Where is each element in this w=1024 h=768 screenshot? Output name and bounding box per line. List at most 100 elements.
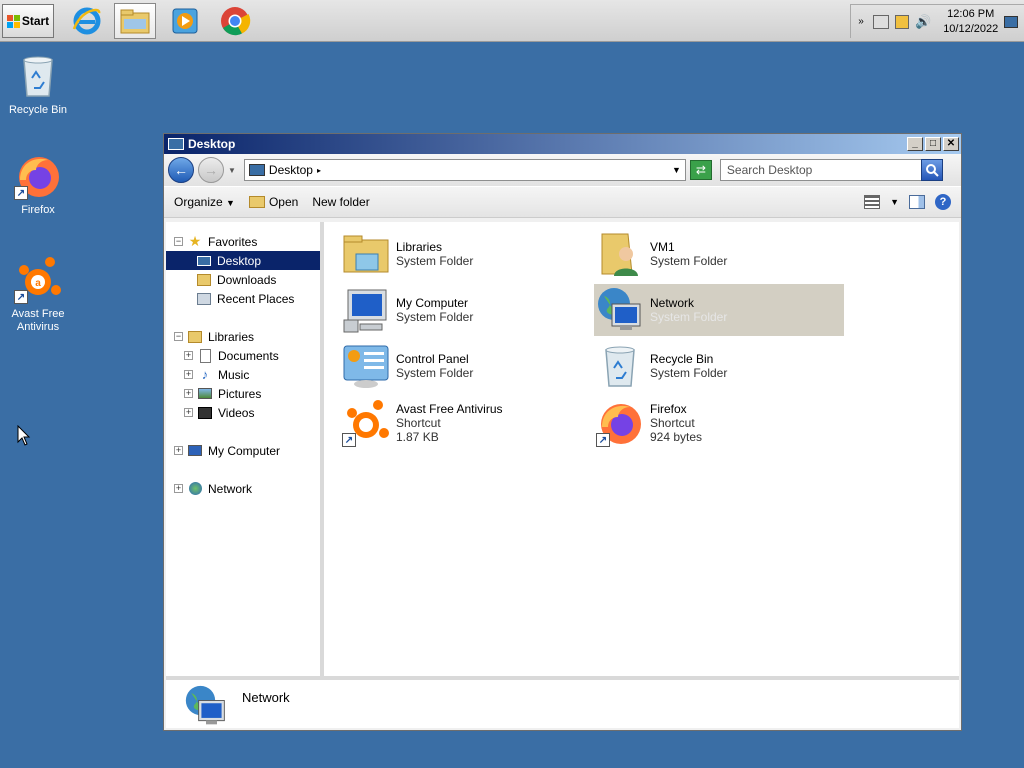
item-name: Avast Free Antivirus [396,402,503,416]
window-title: Desktop [188,137,236,151]
start-button[interactable]: Start [2,4,54,38]
item-name: Network [650,296,695,310]
nav-my-computer[interactable]: + My Computer [166,441,320,460]
nav-documents[interactable]: + Documents [166,346,320,365]
show-hidden-icons-button[interactable]: » [855,16,867,27]
show-desktop-button[interactable] [1004,15,1019,28]
item-type: System Folder [396,254,474,268]
nav-label: Desktop [217,253,262,268]
change-view-icon[interactable] [864,195,881,209]
nav-desktop[interactable]: Desktop [166,251,320,270]
item-name: Libraries [396,240,443,254]
media-player-icon[interactable] [164,3,206,39]
item-name: Firefox [650,402,687,416]
control-panel-icon [342,342,390,390]
maximize-button[interactable]: □ [925,137,941,151]
desktop-icon-avast[interactable]: a ↗ Avast Free Antivirus [0,256,76,334]
file-list: Libraries System Folder VM1 System Folder … [324,222,959,676]
item-network[interactable]: Network System Folder [594,284,844,336]
explorer-body: − ★ Favorites Desktop Downloads Recent P… [166,222,959,676]
organize-label: Organize [174,195,223,209]
recycle-bin-icon [14,52,62,100]
chrome-icon[interactable] [214,3,256,39]
nav-downloads[interactable]: Downloads [166,270,320,289]
recent-places-icon [196,291,212,307]
nav-music[interactable]: + ♪ Music [166,365,320,384]
item-vm1[interactable]: VM1 System Folder [594,228,844,280]
expand-toggle[interactable]: + [174,484,183,493]
nav-label: Documents [218,348,279,363]
open-button[interactable]: Open [248,195,299,209]
navigation-pane: − ★ Favorites Desktop Downloads Recent P… [166,222,324,676]
address-field[interactable]: Desktop ▸ ▼ [243,159,686,181]
flag-icon[interactable] [895,14,909,29]
svg-text:a: a [35,278,41,289]
windows-explorer-icon[interactable] [114,3,156,39]
start-label: Start [21,14,50,28]
desktop-icon-recycle-bin[interactable]: Recycle Bin [0,52,76,117]
desktop-icon-label: Avast Free Antivirus [11,308,65,333]
item-type: System Folder [396,366,474,380]
search-icon [925,164,939,177]
firefox-icon: ↗ [596,399,644,447]
nav-libraries[interactable]: − Libraries [166,327,320,346]
expand-toggle[interactable]: + [184,351,193,360]
item-my-computer[interactable]: My Computer System Folder [340,284,590,336]
organize-button[interactable]: Organize ▼ [174,195,235,209]
network-icon [187,481,203,497]
search-button[interactable] [920,159,943,181]
title-bar[interactable]: Desktop _ □ ✕ [164,134,961,154]
expand-toggle[interactable]: + [184,408,193,417]
preview-pane-icon[interactable] [909,195,925,209]
nav-label: My Computer [208,443,281,458]
nav-videos[interactable]: + Videos [166,403,320,422]
firefox-icon: ↗ [14,152,62,200]
internet-explorer-icon[interactable] [66,3,108,39]
breadcrumb-arrow-icon[interactable]: ▸ [317,166,321,175]
expand-toggle[interactable]: + [184,370,193,379]
item-recycle-bin[interactable]: Recycle Bin System Folder [594,340,844,392]
nav-label: Libraries [208,329,255,344]
collapse-toggle[interactable]: − [174,237,183,246]
new-folder-button[interactable]: New folder [312,195,369,209]
windows-logo-icon [6,14,20,28]
mouse-cursor-icon [17,425,31,446]
item-size: 1.87 KB [396,430,439,444]
close-button[interactable]: ✕ [943,137,959,151]
help-icon[interactable]: ? [935,194,951,210]
network-icon [184,684,228,731]
nav-label: Favorites [208,234,258,249]
recent-pages-dropdown[interactable]: ▼ [228,166,236,175]
item-type: System Folder [650,310,728,324]
open-label: Open [268,195,299,209]
volume-icon[interactable]: 🔊 [915,14,931,30]
expand-toggle[interactable]: + [184,389,193,398]
refresh-button[interactable]: ⇄ [689,160,712,180]
nav-pictures[interactable]: + Pictures [166,384,320,403]
collapse-toggle[interactable]: − [174,332,183,341]
view-options-dropdown[interactable]: ▼ [890,197,899,207]
nav-favorites[interactable]: − ★ Favorites [166,232,320,251]
nav-network[interactable]: + Network [166,479,320,498]
address-dropdown[interactable]: ▼ [672,165,681,175]
item-control-panel[interactable]: Control Panel System Folder [340,340,590,392]
expand-toggle[interactable]: + [174,446,183,455]
system-tray: » 🔊 12:06 PM 10/12/2022 [850,4,1024,38]
desktop-icon-firefox[interactable]: ↗ Firefox [0,152,76,217]
computer-icon [187,443,203,459]
item-avast[interactable]: ↗ Avast Free Antivirus Shortcut 1.87 KB [340,396,590,450]
minimize-button[interactable]: _ [907,137,923,151]
taskbar: Start » 🔊 12:06 PM 10/12/2022 [0,0,1024,42]
item-firefox[interactable]: ↗ Firefox Shortcut 924 bytes [594,396,844,450]
item-libraries[interactable]: Libraries System Folder [340,228,590,280]
avast-icon: ↗ [342,399,390,447]
back-button[interactable]: ← [168,157,194,183]
clock-time: 12:06 PM [947,7,995,20]
nav-recent-places[interactable]: Recent Places [166,289,320,308]
clock-date: 10/12/2022 [943,22,999,35]
forward-button[interactable]: → [198,157,224,183]
clock[interactable]: 12:06 PM 10/12/2022 [943,7,998,37]
item-name: VM1 [650,240,675,254]
action-center-icon[interactable] [873,14,889,29]
search-input[interactable]: Search Desktop [719,159,943,181]
